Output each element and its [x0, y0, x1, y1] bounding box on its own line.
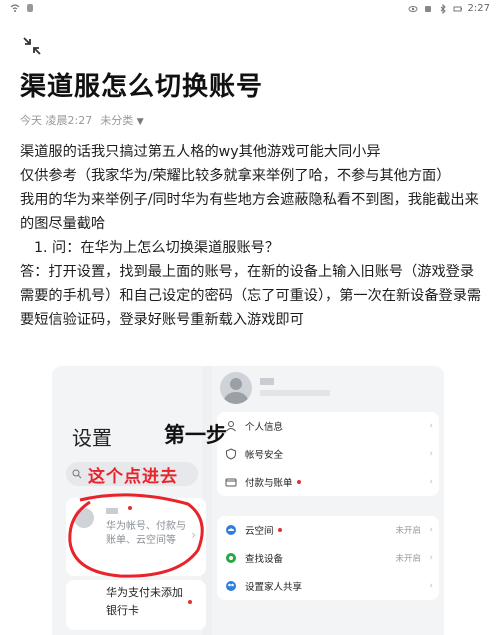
category-label: 未分类 [100, 114, 134, 127]
notification-dot [296, 480, 301, 484]
annotation-circle [68, 493, 204, 578]
account-menu-group: 个人信息 › 帐号安全 › 付款与账单 › [217, 412, 439, 496]
battery-icon [453, 6, 462, 11]
category-dropdown[interactable]: 未分类 ▼ [100, 112, 143, 128]
notification-icon [27, 4, 33, 12]
paragraph: 仅供参考（我家华为/荣耀比较多就拿来举例了哈，不参与其他方面） [20, 168, 451, 184]
menu-label: 个人信息 [245, 422, 284, 433]
paragraph-answer: 答：打开设置，找到最上面的账号，在新的设备上输入旧账号（游戏登录需要的手机号）和… [20, 264, 482, 328]
notification-dot [188, 600, 192, 604]
cloud-icon [226, 525, 236, 535]
bluetooth-icon [440, 3, 446, 14]
annotation-click-here: 这个点进去 [88, 467, 178, 487]
shield-icon [226, 448, 236, 460]
menu-status: 未开启 [395, 526, 421, 536]
account-subtitle-blurred [260, 390, 330, 396]
payment-text: 华为支付未添加银行卡 [106, 586, 183, 617]
menu-status: 未开启 [395, 554, 421, 564]
paragraph: 渠道服的话我只搞过第五人格的wy其他游戏可能大同小异 [20, 144, 381, 160]
menu-item-cloud[interactable]: 云空间 未开启 › [217, 516, 439, 544]
article-body: 渠道服的话我只搞过第五人格的wy其他游戏可能大同小异 仅供参考（我家华为/荣耀比… [20, 140, 482, 332]
services-menu-group: 云空间 未开启 › 查找设备 未开启 › 设置家人共享 › [217, 516, 439, 600]
collapse-arrows-icon[interactable] [20, 34, 44, 58]
chevron-right-icon: › [429, 421, 433, 431]
chevron-right-icon: › [429, 525, 433, 535]
mute-icon [424, 5, 431, 12]
menu-label: 设置家人共享 [245, 582, 303, 593]
menu-item-payments-billing[interactable]: 付款与账单 › [217, 468, 439, 496]
locate-icon [226, 553, 236, 563]
menu-item-personal-info[interactable]: 个人信息 › [217, 412, 439, 440]
search-icon [72, 469, 82, 479]
family-icon [226, 581, 236, 591]
notification-dot [277, 528, 282, 532]
article-meta: 今天 凌晨2:27 未分类 ▼ [20, 112, 144, 128]
chevron-right-icon: › [429, 449, 433, 459]
payment-card[interactable]: 华为支付未添加银行卡 [66, 580, 206, 630]
article-title: 渠道服怎么切换账号 [20, 72, 264, 102]
menu-label: 帐号安全 [245, 450, 284, 461]
paragraph: 我用的华为来举例子/同时华为有些地方会遮蔽隐私看不到图，我能截出来的图尽量截哈 [20, 192, 479, 232]
status-bar: 2:27 [0, 0, 500, 18]
annotation-step-one: 第一步 [164, 423, 227, 447]
wifi-icon [10, 4, 20, 12]
menu-label: 云空间 [245, 526, 274, 537]
wallet-icon [225, 478, 237, 487]
status-time: 2:27 [467, 3, 490, 14]
avatar [220, 372, 252, 404]
menu-item-account-security[interactable]: 帐号安全 › [217, 440, 439, 468]
caret-down-icon: ▼ [136, 117, 144, 127]
menu-item-family-sharing[interactable]: 设置家人共享 › [217, 572, 439, 600]
article-date: 今天 凌晨2:27 [20, 114, 93, 127]
menu-label: 付款与账单 [245, 478, 293, 489]
username-blurred [260, 378, 274, 385]
list-item: 1. 问：在华为上怎么切换渠道服账号？ [34, 240, 280, 256]
chevron-right-icon: › [429, 477, 433, 487]
eye-icon [408, 5, 418, 12]
chevron-right-icon: › [429, 553, 433, 563]
menu-item-find-device[interactable]: 查找设备 未开启 › [217, 544, 439, 572]
menu-label: 查找设备 [245, 554, 284, 565]
settings-title: 设置 [72, 426, 112, 450]
chevron-right-icon: › [429, 581, 433, 591]
